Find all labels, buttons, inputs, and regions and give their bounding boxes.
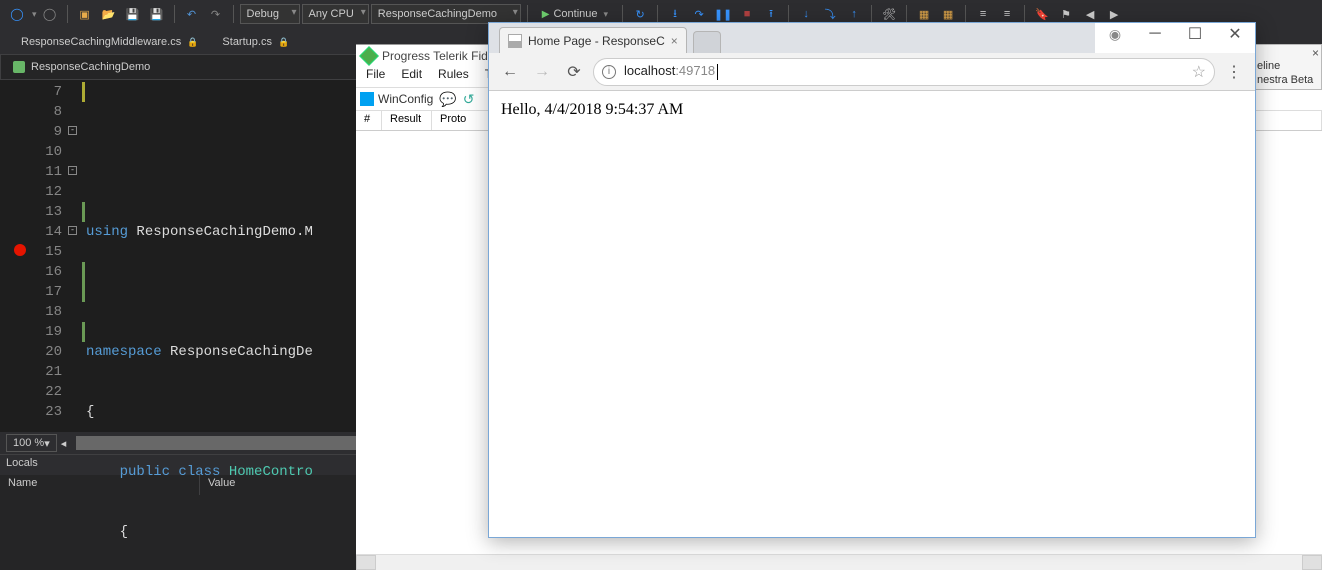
lock-icon: 🔒 (187, 37, 198, 48)
col-result[interactable]: Result (382, 111, 432, 130)
profile-icon[interactable]: ◉ (1095, 23, 1135, 45)
scroll-left-icon[interactable]: ◂ (61, 437, 67, 450)
new-tab-button[interactable] (693, 31, 721, 53)
back-button[interactable]: ← (497, 59, 523, 85)
close-icon[interactable]: ✕ (1215, 23, 1255, 45)
startup-project-dropdown[interactable]: ResponseCachingDemo (371, 4, 521, 24)
fold-icon[interactable]: - (68, 166, 77, 175)
forward-button: → (529, 59, 555, 85)
menu-rules[interactable]: Rules (432, 67, 475, 87)
comment-icon[interactable]: 💬 (439, 91, 456, 108)
maximize-icon[interactable]: ☐ (1175, 23, 1215, 45)
side-row1[interactable]: eline (1253, 59, 1321, 73)
line-number-gutter: 7 8 9 10 11 12 13 14 15 16 17 18 19 20 2… (0, 80, 86, 432)
favicon-icon (508, 34, 522, 48)
menu-edit[interactable]: Edit (395, 67, 428, 87)
chrome-tab-title: Home Page - ResponseC (528, 34, 665, 48)
fiddler-title-text: Progress Telerik Fid (382, 49, 488, 63)
chrome-tab[interactable]: Home Page - ResponseC × (499, 27, 687, 53)
fiddler-h-scrollbar[interactable] (356, 554, 1322, 570)
minimize-icon[interactable]: ─ (1135, 23, 1175, 45)
new-icon[interactable]: ▣ (74, 3, 96, 25)
open-icon[interactable]: 📂 (98, 3, 120, 25)
chrome-toolbar: ← → ⟳ i localhost:49718 ☆ ⋮ (489, 53, 1255, 91)
close-tab-icon[interactable]: × (671, 34, 678, 48)
chrome-titlebar[interactable]: Home Page - ResponseC × ◉ ─ ☐ ✕ (489, 23, 1255, 53)
url-text: localhost:49718 (624, 63, 1184, 80)
page-content: Hello, 4/4/2018 9:54:37 AM (489, 91, 1255, 537)
site-info-icon[interactable]: i (602, 65, 616, 79)
col-hash[interactable]: # (356, 111, 382, 130)
project-nav-dropdown[interactable]: ResponseCachingDemo (5, 57, 158, 77)
replay-icon[interactable]: ↺ (463, 91, 475, 108)
reload-button[interactable]: ⟳ (561, 59, 587, 85)
breakpoint-icon[interactable] (14, 244, 26, 256)
side-row2[interactable]: nestra Beta (1253, 73, 1321, 87)
menu-file[interactable]: File (360, 67, 391, 87)
tab-startup[interactable]: Startup.cs🔒 (211, 30, 300, 54)
hello-text: Hello, 4/4/2018 9:54:37 AM (501, 101, 683, 118)
winconfig-button[interactable]: WinConfig (360, 92, 433, 106)
zoom-dropdown[interactable]: 100 % ▾ (6, 434, 57, 452)
address-bar[interactable]: i localhost:49718 ☆ (593, 58, 1215, 86)
fold-icon[interactable]: - (68, 126, 77, 135)
fiddler-icon (359, 46, 379, 66)
close-icon[interactable]: × (1312, 46, 1319, 60)
chrome-menu-icon[interactable]: ⋮ (1221, 59, 1247, 85)
redo-icon[interactable]: ↷ (205, 3, 227, 25)
bookmark-star-icon[interactable]: ☆ (1192, 62, 1206, 82)
platform-dropdown[interactable]: Any CPU (302, 4, 369, 24)
chrome-window: Home Page - ResponseC × ◉ ─ ☐ ✕ ← → ⟳ i … (488, 22, 1256, 538)
side-panel: × eline nestra Beta (1252, 44, 1322, 90)
dropdown-icon[interactable]: ▾ (32, 9, 37, 20)
save-all-icon[interactable]: 💾 (146, 3, 168, 25)
tab-responsecachingmiddleware[interactable]: ResponseCachingMiddleware.cs🔒 (10, 30, 209, 54)
lock-icon: 🔒 (278, 37, 289, 48)
nav-fwd-icon[interactable]: ◯ (39, 3, 61, 25)
save-icon[interactable]: 💾 (122, 3, 144, 25)
nav-back-icon[interactable]: ◯ (6, 3, 28, 25)
undo-icon[interactable]: ↶ (181, 3, 203, 25)
config-dropdown[interactable]: Debug (240, 4, 300, 24)
fold-icon[interactable]: - (68, 226, 77, 235)
